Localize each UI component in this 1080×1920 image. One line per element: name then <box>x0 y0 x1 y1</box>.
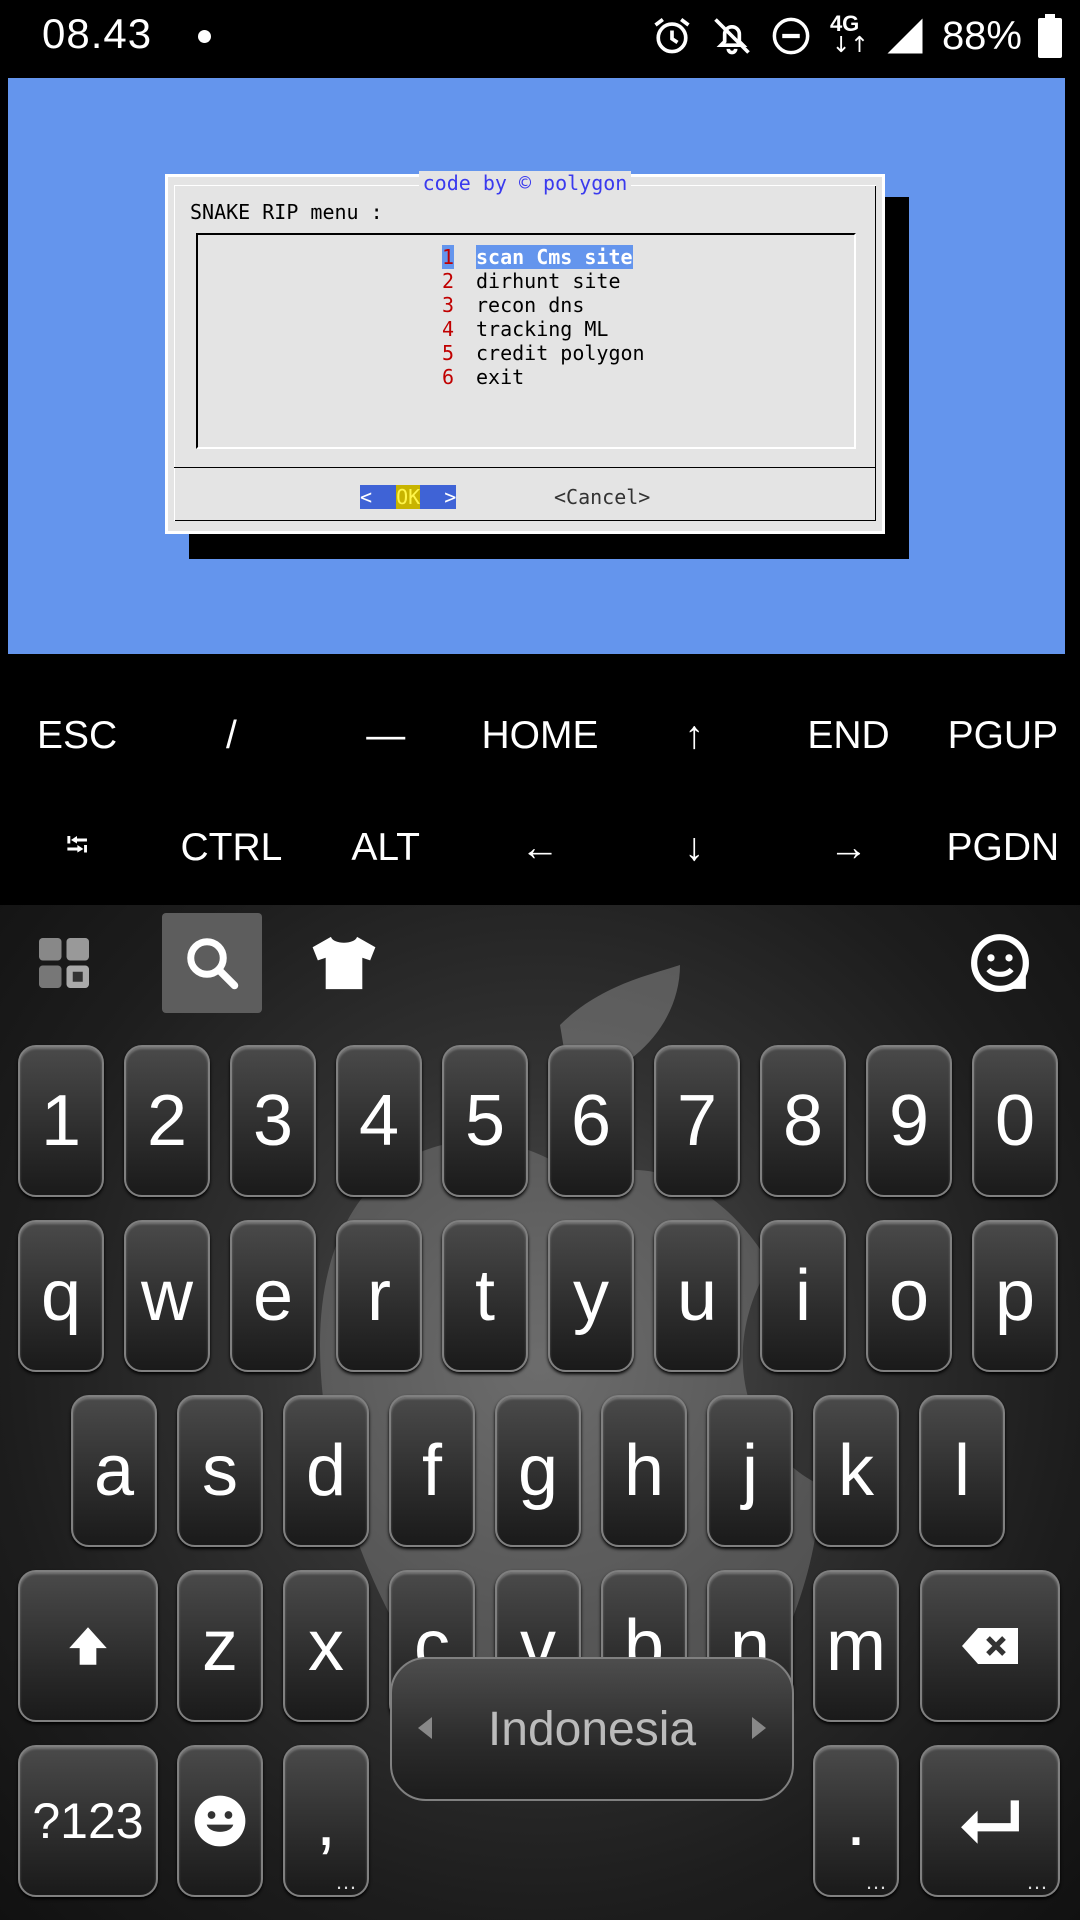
key-d[interactable]: d <box>283 1395 369 1547</box>
esc-key[interactable]: ESC <box>0 680 154 792</box>
menu-item-scan-cms[interactable]: 1 scan Cms site <box>442 245 645 269</box>
menu-list: 1 scan Cms site 2 dirhunt site 3 recon dns … <box>442 245 645 389</box>
extra-keys-bar: ESC / — HOME ↑ END PGUP ⭾ CTRL ALT ← ↓ →… <box>0 680 1080 905</box>
key-x[interactable]: x <box>283 1570 369 1722</box>
dialog-title: code by © polygon <box>168 171 882 195</box>
soft-keyboard: 1 2 3 4 5 6 7 8 9 0 q w e r t y u i o p … <box>0 905 1080 1920</box>
network-4g-icon: 4G ↓↑ <box>829 11 869 58</box>
key-j[interactable]: j <box>707 1395 793 1547</box>
up-arrow-key[interactable]: ↑ <box>617 680 771 792</box>
shift-key[interactable] <box>18 1570 158 1722</box>
key-a[interactable]: a <box>71 1395 157 1547</box>
key-y[interactable]: y <box>548 1220 634 1372</box>
home-key[interactable]: HOME <box>463 680 617 792</box>
comma-label: , <box>315 1781 336 1861</box>
backspace-icon <box>962 1628 1018 1664</box>
menu-item-dirhunt[interactable]: 2 dirhunt site <box>442 269 645 293</box>
key-m[interactable]: m <box>813 1570 899 1722</box>
apps-grid-icon[interactable] <box>14 913 114 1013</box>
period-key[interactable]: . … <box>813 1745 899 1897</box>
tab-key[interactable]: ⭾ <box>0 792 154 904</box>
key-q[interactable]: q <box>18 1220 104 1372</box>
pgdn-key[interactable]: PGDN <box>926 792 1080 904</box>
keyboard-toolbar <box>0 905 1080 1017</box>
menu-list-box: 1 scan Cms site 2 dirhunt site 3 recon dns … <box>196 233 856 449</box>
terminal-screen[interactable]: code by © polygon SNAKE RIP menu : 1 scan… <box>8 78 1065 654</box>
key-s[interactable]: s <box>177 1395 263 1547</box>
comma-key[interactable]: , … <box>283 1745 369 1897</box>
key-g[interactable]: g <box>495 1395 581 1547</box>
key-f[interactable]: f <box>389 1395 475 1547</box>
space-language-label: Indonesia <box>487 1702 697 1756</box>
key-l[interactable]: l <box>919 1395 1005 1547</box>
slash-key[interactable]: / <box>154 680 308 792</box>
key-8[interactable]: 8 <box>760 1045 846 1197</box>
key-u[interactable]: u <box>654 1220 740 1372</box>
period-label: . <box>845 1781 866 1861</box>
status-icons: 4G ↓↑ 88% <box>650 10 1062 62</box>
notification-dot-icon <box>198 30 211 43</box>
search-icon[interactable] <box>162 913 262 1013</box>
dash-key[interactable]: — <box>309 680 463 792</box>
battery-percent: 88% <box>941 13 1022 58</box>
key-9[interactable]: 9 <box>866 1045 952 1197</box>
key-p[interactable]: p <box>972 1220 1058 1372</box>
key-z[interactable]: z <box>177 1570 263 1722</box>
key-e[interactable]: e <box>230 1220 316 1372</box>
alarm-icon <box>654 18 690 54</box>
notifications-off-icon <box>714 18 750 55</box>
shift-arrow-icon <box>69 1627 107 1665</box>
key-7[interactable]: 7 <box>654 1045 740 1197</box>
key-w[interactable]: w <box>124 1220 210 1372</box>
do-not-disturb-icon <box>772 17 810 55</box>
space-bar[interactable]: Indonesia <box>390 1657 794 1801</box>
signal-icon <box>887 18 923 54</box>
backspace-key[interactable] <box>920 1570 1060 1722</box>
menu-heading: SNAKE RIP menu : <box>190 200 383 224</box>
emoji-key[interactable] <box>177 1745 263 1897</box>
enter-key[interactable]: … <box>920 1745 1060 1897</box>
enter-icon <box>961 1800 1019 1844</box>
extra-keys-row-1: ESC / — HOME ↑ END PGUP <box>0 680 1080 792</box>
emoji-face-icon <box>194 1795 246 1847</box>
status-bar: 08.43 4G ↓↑ 88% <box>0 0 1080 74</box>
key-5[interactable]: 5 <box>442 1045 528 1197</box>
theme-shirt-icon[interactable] <box>294 913 394 1013</box>
cancel-button[interactable]: <Cancel> <box>554 485 650 509</box>
down-arrow-key[interactable]: ↓ <box>617 792 771 904</box>
language-left-arrow-icon <box>418 1717 432 1739</box>
pgup-key[interactable]: PGUP <box>926 680 1080 792</box>
language-right-arrow-icon <box>752 1717 766 1739</box>
ctrl-key[interactable]: CTRL <box>154 792 308 904</box>
extra-keys-row-2: ⭾ CTRL ALT ← ↓ → PGDN <box>0 792 1080 904</box>
key-r[interactable]: r <box>336 1220 422 1372</box>
key-o[interactable]: o <box>866 1220 952 1372</box>
ok-button[interactable]: < OK > <box>360 485 456 509</box>
key-k[interactable]: k <box>813 1395 899 1547</box>
key-6[interactable]: 6 <box>548 1045 634 1197</box>
alt-key[interactable]: ALT <box>309 792 463 904</box>
key-0[interactable]: 0 <box>972 1045 1058 1197</box>
key-t[interactable]: t <box>442 1220 528 1372</box>
key-4[interactable]: 4 <box>336 1045 422 1197</box>
battery-icon <box>1038 14 1062 58</box>
key-2[interactable]: 2 <box>124 1045 210 1197</box>
right-arrow-key[interactable]: → <box>771 792 925 904</box>
menu-dialog: code by © polygon SNAKE RIP menu : 1 scan… <box>165 171 885 534</box>
left-arrow-key[interactable]: ← <box>463 792 617 904</box>
menu-item-tracking-ml[interactable]: 4 tracking ML <box>442 317 645 341</box>
key-1[interactable]: 1 <box>18 1045 104 1197</box>
end-key[interactable]: END <box>771 680 925 792</box>
clock: 08.43 <box>42 10 153 57</box>
menu-item-credit-polygon[interactable]: 5 credit polygon <box>442 341 645 365</box>
symbols-key[interactable]: ?123 <box>18 1745 158 1897</box>
key-i[interactable]: i <box>760 1220 846 1372</box>
menu-item-exit[interactable]: 6 exit <box>442 365 645 389</box>
key-h[interactable]: h <box>601 1395 687 1547</box>
menu-item-recon-dns[interactable]: 3 recon dns <box>442 293 645 317</box>
sticker-face-icon[interactable] <box>950 913 1050 1013</box>
key-3[interactable]: 3 <box>230 1045 316 1197</box>
